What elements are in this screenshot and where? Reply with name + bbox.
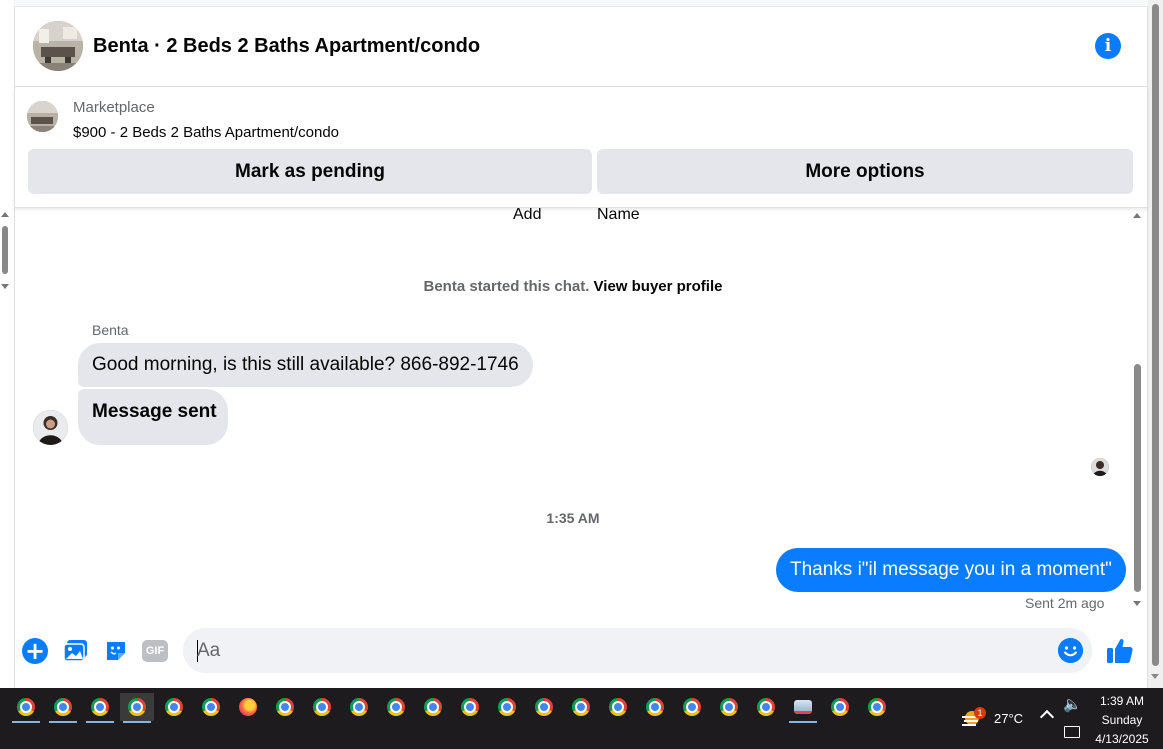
gif-icon[interactable]: GIF	[142, 640, 168, 662]
network-icon[interactable]	[1064, 726, 1080, 738]
chat-header: Benta · 2 Beds 2 Baths Apartment/condo i	[14, 7, 1148, 87]
taskbar-chrome-icon[interactable]	[342, 693, 376, 721]
left-scrollbar-thumb[interactable]	[2, 226, 8, 274]
taskbar-chrome-icon[interactable]	[194, 693, 228, 721]
taskbar-chrome-icon[interactable]	[453, 693, 487, 721]
view-buyer-profile-link[interactable]: View buyer profile	[594, 278, 723, 295]
notification-badge: 1	[974, 707, 986, 719]
speaker-icon[interactable]: 🔈	[1063, 695, 1082, 713]
marketplace-listing-bar: Marketplace $900 - 2 Beds 2 Baths Apartm…	[14, 88, 1148, 208]
taskbar-chrome-icon[interactable]	[305, 693, 339, 721]
taskbar-chrome-icon[interactable]	[527, 693, 561, 721]
listing-source-label: Marketplace	[73, 99, 155, 116]
sent-status: Sent 2m ago	[1025, 595, 1105, 611]
message-scrollbar-thumb[interactable]	[1134, 364, 1141, 592]
taskbar-chrome-icon[interactable]	[379, 693, 413, 721]
page-scrollbar[interactable]	[1148, 0, 1163, 688]
taskbar-firefox-icon[interactable]	[231, 693, 265, 721]
taskbar-chrome-icon[interactable]	[46, 693, 80, 723]
chevron-up-icon[interactable]	[1039, 709, 1055, 725]
taskbar-chrome-icon[interactable]	[638, 693, 672, 721]
taskbar-chrome-icon[interactable]	[601, 693, 635, 721]
message-timestamp: 1:35 AM	[546, 510, 600, 526]
taskbar-chrome-icon[interactable]	[749, 693, 783, 721]
clock-day: Sunday	[1101, 713, 1143, 727]
taskbar-chrome-icon[interactable]	[675, 693, 709, 721]
message-list[interactable]: Add Name Benta started this chat. View b…	[14, 208, 1148, 618]
clock-time: 1:39 AM	[1099, 694, 1145, 708]
contact-avatar[interactable]	[33, 410, 68, 445]
outgoing-message-bubble[interactable]: Thanks i"il message you in a moment"	[776, 548, 1126, 592]
left-scroll-down-arrow[interactable]	[1, 284, 9, 289]
message-list-scrollbar[interactable]	[1132, 208, 1144, 613]
listing-price-title[interactable]: $900 - 2 Beds 2 Baths Apartment/condo	[73, 124, 339, 141]
sticker-icon[interactable]	[103, 638, 129, 664]
system-clock[interactable]: 1:39 AM Sunday 4/13/2025	[1090, 692, 1154, 749]
conversation-title[interactable]: Benta · 2 Beds 2 Baths Apartment/condo	[93, 35, 480, 58]
taskbar-chrome-icon[interactable]	[9, 693, 43, 723]
message-input[interactable]	[197, 628, 1037, 673]
page-scrollbar-thumb[interactable]	[1152, 4, 1159, 666]
message-input-box[interactable]	[183, 628, 1092, 673]
message-composer: + GIF	[14, 618, 1148, 688]
more-options-button[interactable]: More options	[597, 149, 1133, 194]
clock-date: 4/13/2025	[1095, 732, 1149, 746]
message-scroll-up-arrow[interactable]	[1133, 213, 1141, 218]
sender-name: Benta	[92, 322, 129, 338]
left-scrollbar[interactable]	[0, 208, 12, 293]
left-scroll-up-arrow[interactable]	[1, 212, 9, 217]
chat-started-text: Benta started this chat.	[423, 278, 590, 295]
top-divider	[14, 0, 1148, 7]
taskbar-chrome-icon[interactable]	[268, 693, 302, 721]
temperature-readout[interactable]: 27°C	[994, 711, 1023, 726]
taskbar-chrome-icon[interactable]	[416, 693, 450, 721]
info-icon[interactable]: i	[1095, 33, 1121, 59]
listing-thumbnail[interactable]	[27, 101, 58, 132]
profile-action-label-add[interactable]: Add	[513, 208, 541, 224]
taskbar-chrome-icon[interactable]	[564, 693, 598, 721]
taskbar-chrome-icon[interactable]	[157, 693, 191, 721]
page-scroll-down-arrow[interactable]	[1151, 674, 1159, 679]
taskbar-app-icon[interactable]	[786, 693, 820, 723]
message-scroll-down-arrow[interactable]	[1133, 601, 1141, 606]
taskbar-chrome-icon[interactable]	[712, 693, 746, 721]
seen-receipt-avatar	[1091, 458, 1109, 476]
incoming-message-bubble[interactable]: Message sent	[78, 389, 228, 445]
taskbar-chrome-icon[interactable]	[823, 693, 857, 721]
thumbs-up-icon[interactable]	[1105, 636, 1135, 666]
taskbar-chrome-icon[interactable]	[490, 693, 524, 721]
photo-icon[interactable]	[63, 638, 89, 664]
taskbar-chrome-icon[interactable]	[120, 693, 154, 723]
profile-action-label-name[interactable]: Name	[597, 208, 640, 224]
listing-avatar[interactable]	[33, 21, 83, 71]
emoji-icon[interactable]	[1058, 638, 1083, 663]
chat-started-notice: Benta started this chat. View buyer prof…	[14, 278, 1132, 295]
incoming-message-bubble[interactable]: Good morning, is this still available? 8…	[78, 343, 533, 387]
taskbar-chrome-icon[interactable]	[860, 693, 894, 721]
plus-icon[interactable]: +	[22, 638, 48, 664]
windows-taskbar: 1 27°C 🔈 1:39 AM Sunday 4/13/2025	[0, 688, 1163, 749]
taskbar-chrome-icon[interactable]	[83, 693, 117, 723]
mark-as-pending-button[interactable]: Mark as pending	[28, 149, 592, 194]
